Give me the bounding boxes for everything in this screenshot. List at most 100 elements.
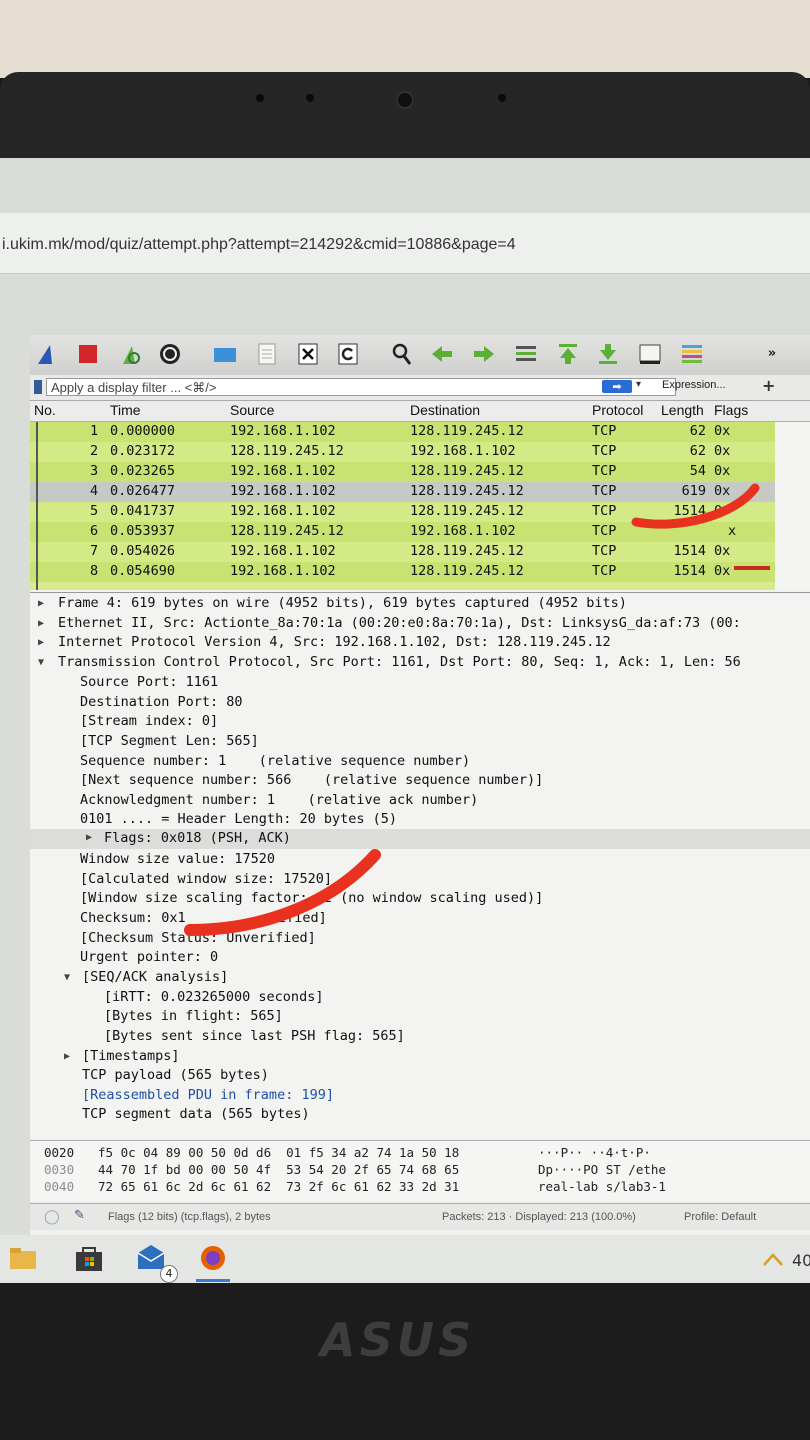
last-packet-icon[interactable] (596, 342, 620, 366)
detail-window-scaling[interactable]: [Window size scaling factor: -2 (no wind… (80, 890, 543, 906)
back-icon[interactable] (430, 342, 454, 366)
detail-bytes-flight[interactable]: [Bytes in flight: 565] (104, 1008, 283, 1024)
column-destination[interactable]: Destination (410, 402, 480, 418)
find-icon[interactable] (390, 342, 414, 366)
hex-ascii[interactable]: real-lab s/lab3-1 (538, 1179, 666, 1194)
detail-stream-index[interactable]: [Stream index: 0] (80, 713, 218, 729)
apply-filter-icon[interactable]: ➡ (602, 380, 632, 393)
expert-info-icon[interactable]: ◯ (44, 1208, 60, 1225)
detail-irtt[interactable]: [iRTT: 0.023265000 seconds] (104, 989, 323, 1005)
detail-ip[interactable]: Internet Protocol Version 4, Src: 192.16… (58, 634, 611, 650)
expand-arrow-icon[interactable]: ▶ (38, 637, 44, 648)
add-filter-button[interactable]: + (762, 376, 775, 395)
expand-arrow-icon[interactable]: ▶ (38, 598, 44, 609)
detail-tcp[interactable]: Transmission Control Protocol, Src Port:… (58, 654, 741, 670)
taskbar-clock[interactable]: 40 (792, 1251, 810, 1270)
edit-comment-icon[interactable]: ✎ (74, 1207, 85, 1223)
url-text[interactable]: i.ukim.mk/mod/quiz/attempt.php?attempt=2… (2, 236, 516, 254)
detail-checksum[interactable]: Checksum: 0x1 (80, 910, 186, 926)
collapse-arrow-icon[interactable]: ▼ (64, 972, 70, 983)
hex-ascii[interactable]: ···P·· ··4·t·P· (538, 1145, 651, 1160)
store-icon[interactable] (74, 1243, 104, 1273)
options-icon[interactable] (158, 342, 182, 366)
packet-row[interactable]: 2 0.023172 128.119.245.12 192.168.1.102 … (30, 442, 775, 462)
bookmark-icon[interactable] (34, 380, 42, 394)
column-no[interactable]: No. (34, 402, 56, 418)
firefox-icon[interactable] (198, 1243, 228, 1273)
detail-ack[interactable]: Acknowledgment number: 1 (relative ack n… (80, 792, 478, 808)
close-file-icon[interactable] (296, 342, 320, 366)
detail-dst-port[interactable]: Destination Port: 80 (80, 694, 243, 710)
packet-time: 0.023172 (110, 443, 176, 459)
packet-row-selected[interactable]: 4 0.026477 192.168.1.102 128.119.245.12 … (30, 482, 775, 502)
packet-protocol: TCP (592, 563, 617, 579)
detail-flags: Flags: 0x018 (PSH, ACK) (104, 830, 291, 846)
detail-urgent[interactable]: Urgent pointer: 0 (80, 949, 218, 965)
packet-list-scrollbar[interactable] (775, 422, 810, 590)
hex-bytes[interactable]: f5 0c 04 89 00 50 0d d6 01 f5 34 a2 74 1… (98, 1145, 459, 1160)
packet-no: 4 (90, 483, 99, 499)
detail-header-len[interactable]: 0101 .... = Header Length: 20 bytes (5) (80, 811, 397, 827)
detail-reassembled-link[interactable]: [Reassembled PDU in frame: 199] (82, 1087, 334, 1103)
detail-frame[interactable]: Frame 4: 619 bytes on wire (4952 bits), … (58, 595, 627, 611)
detail-seq[interactable]: Sequence number: 1 (relative sequence nu… (80, 753, 470, 769)
packet-row[interactable]: 3 0.023265 192.168.1.102 128.119.245.12 … (30, 462, 775, 482)
packet-length: 1514 (673, 503, 706, 519)
detail-window[interactable]: Window size value: 17520 (80, 851, 275, 867)
autoscroll-icon[interactable] (638, 342, 662, 366)
mail-badge: 4 (160, 1265, 178, 1283)
packet-protocol: TCP (592, 443, 617, 459)
filter-history-icon[interactable]: ▾ (636, 379, 641, 390)
detail-ethernet[interactable]: Ethernet II, Src: Actionte_8a:70:1a (00:… (58, 615, 741, 631)
shark-fin-icon[interactable] (34, 342, 58, 366)
packet-row[interactable]: 6 0.053937 128.119.245.12 192.168.1.102 … (30, 522, 775, 542)
hex-bytes[interactable]: 44 70 1f bd 00 00 50 4f 53 54 20 2f 65 7… (98, 1162, 459, 1177)
status-profile[interactable]: Profile: Default (684, 1211, 756, 1223)
active-app-indicator (196, 1279, 230, 1282)
tray-chevron-icon[interactable] (758, 1243, 788, 1273)
detail-segment-data[interactable]: TCP segment data (565 bytes) (82, 1106, 310, 1122)
packet-row[interactable]: 7 0.054026 192.168.1.102 128.119.245.12 … (30, 542, 775, 562)
file-explorer-icon[interactable] (8, 1243, 38, 1273)
expand-arrow-icon[interactable]: ▶ (86, 832, 92, 843)
detail-checksum-status[interactable]: [Checksum Status: Unverified] (80, 930, 316, 946)
open-file-icon[interactable] (212, 342, 236, 366)
detail-payload[interactable]: TCP payload (565 bytes) (82, 1067, 269, 1083)
expand-arrow-icon[interactable]: ▶ (64, 1051, 70, 1062)
expression-button[interactable]: Expression... (662, 379, 726, 391)
detail-bytes-psh[interactable]: [Bytes sent since last PSH flag: 565] (104, 1028, 405, 1044)
detail-checksum-tail: ified] (278, 910, 327, 926)
column-flags[interactable]: Flags (714, 402, 748, 418)
packet-row[interactable]: 8 0.054690 192.168.1.102 128.119.245.12 … (30, 562, 775, 582)
conversation-marker (36, 422, 38, 590)
column-protocol[interactable]: Protocol (592, 402, 643, 418)
packet-row[interactable]: 5 0.041737 192.168.1.102 128.119.245.12 … (30, 502, 775, 522)
status-packet-count: Packets: 213 · Displayed: 213 (100.0%) (442, 1211, 636, 1223)
display-filter-input[interactable]: Apply a display filter ... <⌘/> (46, 378, 676, 396)
column-time[interactable]: Time (110, 402, 141, 418)
hex-bytes[interactable]: 72 65 61 6c 2d 6c 61 62 73 2f 6c 61 62 3… (98, 1179, 459, 1194)
detail-seq-ack[interactable]: [SEQ/ACK analysis] (82, 969, 228, 985)
detail-next-seq[interactable]: [Next sequence number: 566 (relative seq… (80, 772, 543, 788)
detail-src-port[interactable]: Source Port: 1161 (80, 674, 218, 690)
forward-icon[interactable] (472, 342, 496, 366)
detail-flags-row[interactable]: ▶ Flags: 0x018 (PSH, ACK) (30, 829, 810, 849)
packet-destination: 128.119.245.12 (410, 503, 524, 519)
column-source[interactable]: Source (230, 402, 274, 418)
colorize-icon[interactable] (680, 342, 704, 366)
collapse-arrow-icon[interactable]: ▼ (38, 657, 44, 668)
detail-segment-len[interactable]: [TCP Segment Len: 565] (80, 733, 259, 749)
go-to-packet-icon[interactable] (514, 342, 538, 366)
reload-icon[interactable] (336, 342, 360, 366)
packet-row[interactable]: 1 0.000000 192.168.1.102 128.119.245.12 … (30, 422, 775, 442)
restart-icon[interactable] (118, 342, 142, 366)
column-length[interactable]: Length (661, 402, 704, 418)
expand-arrow-icon[interactable]: ▶ (38, 618, 44, 629)
stop-icon[interactable] (76, 342, 100, 366)
detail-calc-window[interactable]: [Calculated window size: 17520] (80, 871, 332, 887)
more-icon[interactable]: » (760, 342, 784, 366)
save-file-icon[interactable] (254, 342, 278, 366)
hex-ascii[interactable]: Dp····PO ST /ethe (538, 1162, 666, 1177)
detail-timestamps[interactable]: [Timestamps] (82, 1048, 180, 1064)
first-packet-icon[interactable] (556, 342, 580, 366)
